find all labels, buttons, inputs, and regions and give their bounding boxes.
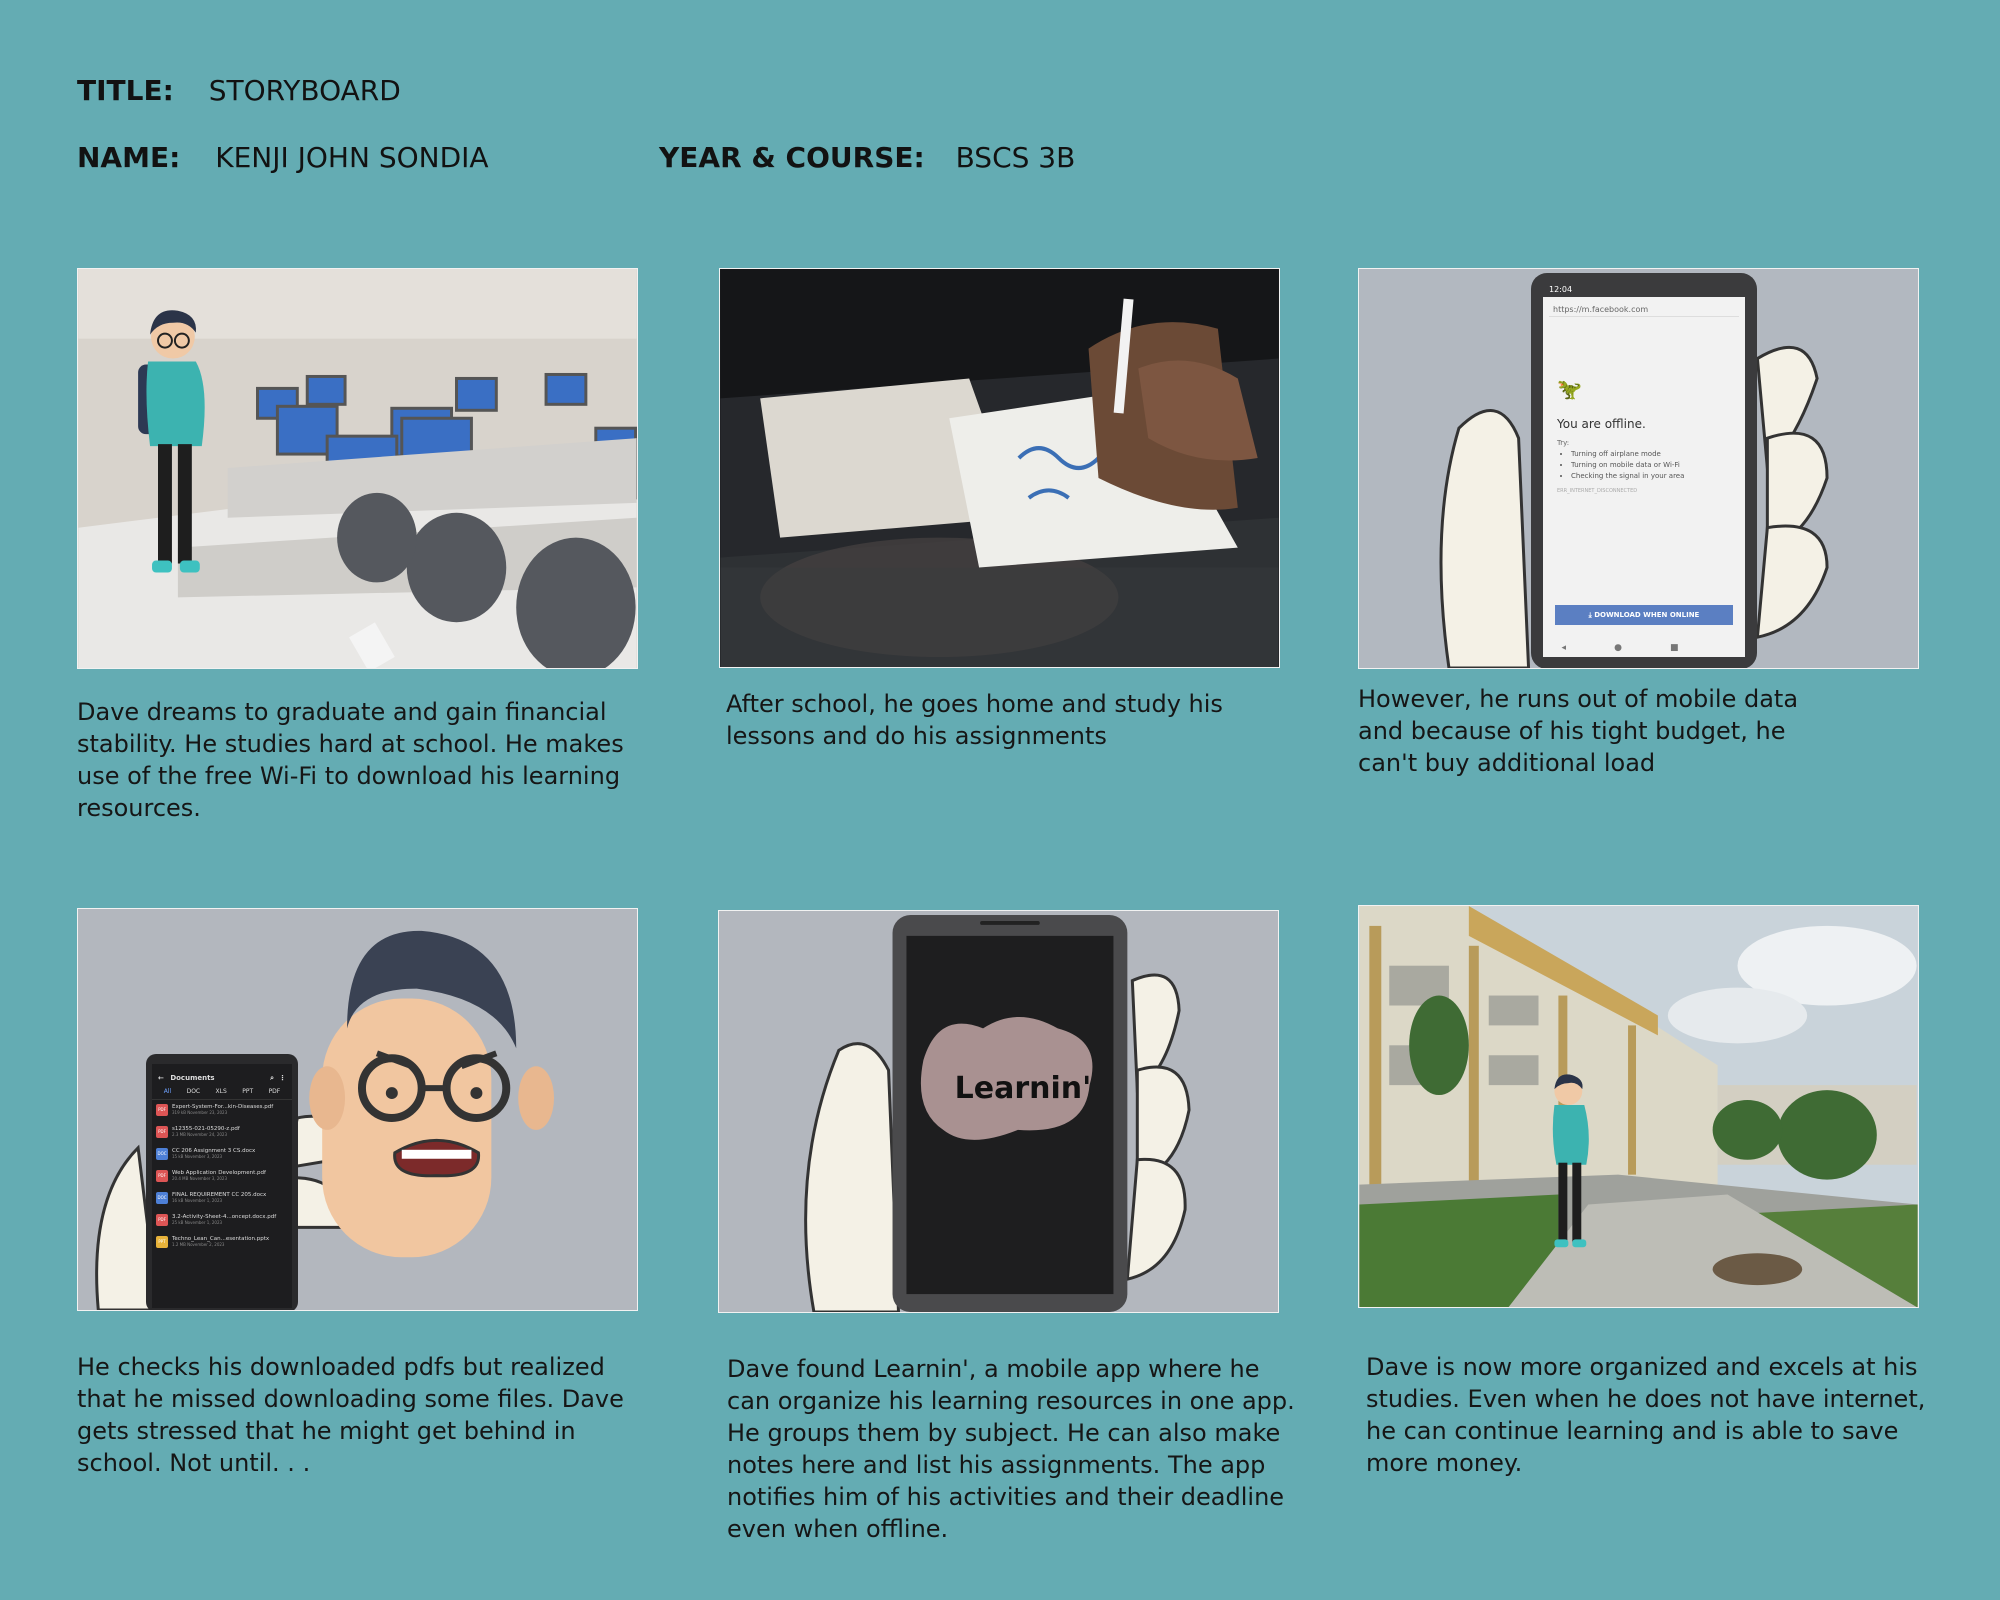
- file-meta: 25 kB November 1, 2023: [172, 1220, 223, 1225]
- url-bar[interactable]: https://m.facebook.com: [1549, 303, 1739, 317]
- error-code: ERR_INTERNET_DISCONNECTED: [1557, 488, 1638, 494]
- more-icon[interactable]: ⋮: [279, 1074, 286, 1082]
- panel-1-computer-lab: [77, 268, 638, 669]
- download-icon: ⤓: [1588, 611, 1592, 619]
- status-bar: 12:04: [1543, 283, 1745, 297]
- offline-tips: Turning off airplane mode Turning on mob…: [1557, 449, 1745, 482]
- offline-title: You are offline.: [1557, 417, 1646, 431]
- tip-item: Checking the signal in your area: [1571, 471, 1745, 482]
- tip-item: Turning off airplane mode: [1571, 449, 1745, 460]
- learnin-logo-text: Learnin': [954, 1071, 1092, 1106]
- panel-3-offline-phone: 12:04 https://m.facebook.com 🦖 You are o…: [1358, 268, 1919, 669]
- nav-bar: ◂●■: [1543, 643, 1745, 653]
- url-text: https://m.facebook.com: [1553, 305, 1649, 314]
- file-item[interactable]: PPT Techno_Lean_Can...esentation.pptx 1.2 …: [156, 1236, 288, 1248]
- file-type-icon: PDF: [156, 1214, 168, 1226]
- file-meta: 1.2 MB November 2, 2023: [172, 1242, 225, 1247]
- panel-3-caption: However, he runs out of mobile data and …: [1358, 685, 1799, 777]
- dino-icon: 🦖: [1557, 377, 1582, 401]
- file-item[interactable]: PDF Web Application Development.pdf 20.4 M…: [156, 1170, 288, 1182]
- back-icon[interactable]: ◂: [1562, 643, 1615, 653]
- course-value: BSCS 3B: [955, 141, 1076, 174]
- panel-4-caption: He checks his downloaded pdfs but realiz…: [77, 1353, 624, 1477]
- name-value: KENJI JOHN SONDIA: [215, 141, 489, 174]
- file-type-icon: PDF: [156, 1170, 168, 1182]
- title-value: STORYBOARD: [208, 74, 401, 107]
- name-label: NAME:: [77, 141, 181, 174]
- home-icon[interactable]: ●: [1614, 643, 1670, 653]
- panel-2-studying: [719, 268, 1280, 668]
- download-when-online-button[interactable]: ⤓ DOWNLOAD WHEN ONLINE: [1555, 605, 1733, 625]
- phone-frame: 12:04 https://m.facebook.com 🦖 You are o…: [1531, 273, 1757, 668]
- documents-title: Documents: [170, 1074, 215, 1082]
- panel-5-caption: Dave found Learnin', a mobile app where …: [727, 1355, 1295, 1543]
- file-meta: 2.3 MB November 24, 2023: [172, 1132, 227, 1137]
- file-type-icon: DOC: [156, 1148, 168, 1160]
- file-meta: 15 kB November 3, 2023: [172, 1154, 223, 1159]
- file-type-icon: PDF: [156, 1126, 168, 1138]
- file-meta: 16 kB November 1, 2023: [172, 1198, 223, 1203]
- file-item[interactable]: DOC CC 206 Assignment 3 CS.docx 15 kB Nove…: [156, 1148, 288, 1160]
- file-item[interactable]: DOC FINAL REQUIREMENT CC 205.docx 16 kB No…: [156, 1192, 288, 1204]
- download-button-label: DOWNLOAD WHEN ONLINE: [1594, 611, 1700, 619]
- tab-all[interactable]: All: [164, 1088, 171, 1095]
- panel-5-learnin-app: Learnin': [718, 910, 1279, 1313]
- studying-photo: [720, 269, 1279, 667]
- name-row: NAME: KENJI JOHN SONDIA: [77, 141, 489, 174]
- file-meta: 319 kB November 23, 2023: [172, 1110, 228, 1115]
- file-type-icon: DOC: [156, 1192, 168, 1204]
- tab-ppt[interactable]: PPT: [242, 1088, 253, 1095]
- panel-6-school: [1358, 905, 1919, 1308]
- hand-with-phone-illustration: [804, 914, 1191, 1312]
- documents-screen: ← Documents ⌕ ⋮ All DOC XLS PPT PDF PDF E…: [152, 1064, 292, 1308]
- title-row: TITLE: STORYBOARD: [77, 74, 401, 107]
- course-label: YEAR & COURSE:: [659, 141, 925, 174]
- panel-2-caption: After school, he goes home and study his…: [726, 690, 1223, 750]
- tip-item: Turning on mobile data or Wi-Fi: [1571, 460, 1745, 471]
- school-photo: [1359, 906, 1918, 1307]
- course-row: YEAR & COURSE: BSCS 3B: [659, 141, 1075, 174]
- documents-phone: ← Documents ⌕ ⋮ All DOC XLS PPT PDF PDF E…: [146, 1054, 298, 1310]
- phone-screen: 12:04 https://m.facebook.com 🦖 You are o…: [1543, 283, 1745, 657]
- panel-4-stressed: ← Documents ⌕ ⋮ All DOC XLS PPT PDF PDF E…: [77, 908, 638, 1311]
- file-item[interactable]: PDF Expert-System-For...kin-Diseases.pdf 3…: [156, 1104, 288, 1116]
- panel-1-caption: Dave dreams to graduate and gain financi…: [77, 698, 624, 822]
- try-label: Try:: [1557, 439, 1570, 447]
- status-time: 12:04: [1549, 285, 1573, 294]
- panel-6-caption: Dave is now more organized and excels at…: [1366, 1353, 1926, 1477]
- tab-doc[interactable]: DOC: [187, 1088, 201, 1095]
- file-type-icon: PPT: [156, 1236, 168, 1248]
- recents-icon[interactable]: ■: [1670, 643, 1727, 653]
- file-list: PDF Expert-System-For...kin-Diseases.pdf 3…: [152, 1100, 292, 1248]
- documents-header: ← Documents ⌕ ⋮: [152, 1064, 292, 1086]
- file-meta: 20.4 MB November 3, 2023: [172, 1176, 227, 1181]
- tab-xls[interactable]: XLS: [216, 1088, 227, 1095]
- documents-tabs: All DOC XLS PPT PDF: [152, 1086, 292, 1100]
- file-item[interactable]: PDF 3.2-Activity-Sheet-4...oncept.docx.pd…: [156, 1214, 288, 1226]
- file-item[interactable]: PDF s12355-021-05290-z.pdf 2.3 MB November…: [156, 1126, 288, 1138]
- back-arrow-icon[interactable]: ←: [158, 1074, 164, 1082]
- file-type-icon: PDF: [156, 1104, 168, 1116]
- computer-lab-illustration: [78, 269, 637, 668]
- search-icon[interactable]: ⌕: [270, 1074, 274, 1083]
- title-label: TITLE:: [77, 74, 174, 107]
- tab-pdf[interactable]: PDF: [269, 1088, 281, 1095]
